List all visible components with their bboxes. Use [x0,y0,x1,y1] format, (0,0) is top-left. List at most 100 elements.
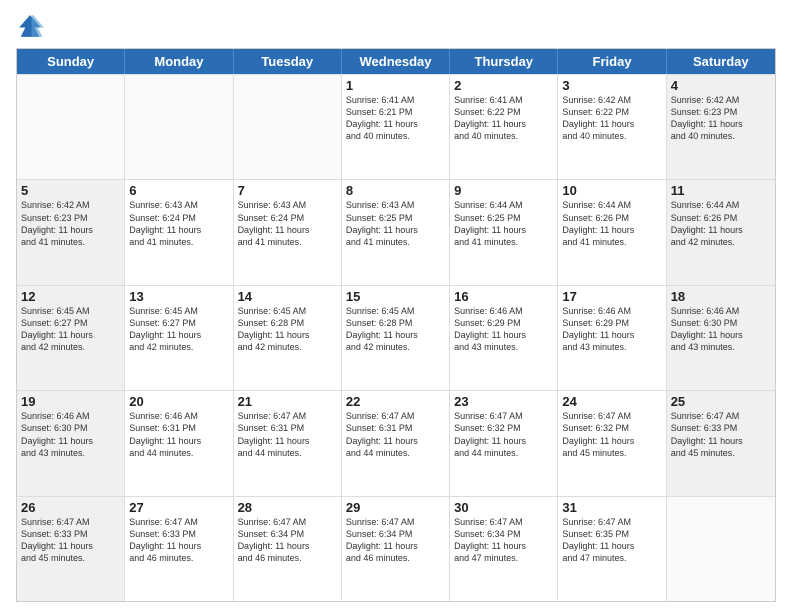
logo-icon [16,12,44,40]
cal-cell: 7Sunrise: 6:43 AM Sunset: 6:24 PM Daylig… [234,180,342,284]
day-number: 23 [454,394,553,409]
cal-cell: 30Sunrise: 6:47 AM Sunset: 6:34 PM Dayli… [450,497,558,601]
day-number: 6 [129,183,228,198]
cell-info: Sunrise: 6:45 AM Sunset: 6:27 PM Dayligh… [21,305,120,354]
cal-cell: 23Sunrise: 6:47 AM Sunset: 6:32 PM Dayli… [450,391,558,495]
cal-cell: 28Sunrise: 6:47 AM Sunset: 6:34 PM Dayli… [234,497,342,601]
cal-cell: 21Sunrise: 6:47 AM Sunset: 6:31 PM Dayli… [234,391,342,495]
calendar-body: 1Sunrise: 6:41 AM Sunset: 6:21 PM Daylig… [17,74,775,601]
day-number: 5 [21,183,120,198]
day-number: 25 [671,394,771,409]
cal-cell [234,75,342,179]
day-number: 31 [562,500,661,515]
day-number: 16 [454,289,553,304]
day-number: 28 [238,500,337,515]
cell-info: Sunrise: 6:47 AM Sunset: 6:33 PM Dayligh… [671,410,771,459]
cell-info: Sunrise: 6:44 AM Sunset: 6:26 PM Dayligh… [671,199,771,248]
cell-info: Sunrise: 6:42 AM Sunset: 6:22 PM Dayligh… [562,94,661,143]
day-number: 9 [454,183,553,198]
day-number: 29 [346,500,445,515]
day-number: 27 [129,500,228,515]
cal-cell [667,497,775,601]
cal-cell: 16Sunrise: 6:46 AM Sunset: 6:29 PM Dayli… [450,286,558,390]
col-header-friday: Friday [558,49,666,74]
cal-cell: 9Sunrise: 6:44 AM Sunset: 6:25 PM Daylig… [450,180,558,284]
cal-cell: 8Sunrise: 6:43 AM Sunset: 6:25 PM Daylig… [342,180,450,284]
cell-info: Sunrise: 6:47 AM Sunset: 6:33 PM Dayligh… [129,516,228,565]
day-number: 7 [238,183,337,198]
cell-info: Sunrise: 6:47 AM Sunset: 6:34 PM Dayligh… [238,516,337,565]
cell-info: Sunrise: 6:42 AM Sunset: 6:23 PM Dayligh… [671,94,771,143]
day-number: 20 [129,394,228,409]
day-number: 17 [562,289,661,304]
cal-cell: 14Sunrise: 6:45 AM Sunset: 6:28 PM Dayli… [234,286,342,390]
cal-cell: 11Sunrise: 6:44 AM Sunset: 6:26 PM Dayli… [667,180,775,284]
day-number: 14 [238,289,337,304]
week-row-5: 26 Sunrise: 6:47 AM Sunset: 6:33 PM Dayli… [17,496,775,601]
day-number: 11 [671,183,771,198]
day-number: 8 [346,183,445,198]
cal-cell: 12Sunrise: 6:45 AM Sunset: 6:27 PM Dayli… [17,286,125,390]
cell-info: Sunrise: 6:47 AM Sunset: 6:34 PM Dayligh… [346,516,445,565]
col-header-monday: Monday [125,49,233,74]
cal-cell: 13Sunrise: 6:45 AM Sunset: 6:27 PM Dayli… [125,286,233,390]
cell-info: Sunrise: 6:46 AM Sunset: 6:29 PM Dayligh… [562,305,661,354]
calendar-header: SundayMondayTuesdayWednesdayThursdayFrid… [17,49,775,74]
cal-cell: 3Sunrise: 6:42 AM Sunset: 6:22 PM Daylig… [558,75,666,179]
day-number: 21 [238,394,337,409]
cal-cell: 26Sunrise: 6:47 AM Sunset: 6:33 PM Dayli… [17,497,125,601]
cell-info: Sunrise: 6:44 AM Sunset: 6:25 PM Dayligh… [454,199,553,248]
cal-cell: 18Sunrise: 6:46 AM Sunset: 6:30 PM Dayli… [667,286,775,390]
cal-cell: 31Sunrise: 6:47 AM Sunset: 6:35 PM Dayli… [558,497,666,601]
day-number: 1 [346,78,445,93]
cell-info: Sunrise: 6:43 AM Sunset: 6:24 PM Dayligh… [238,199,337,248]
col-header-wednesday: Wednesday [342,49,450,74]
page: SundayMondayTuesdayWednesdayThursdayFrid… [0,0,792,612]
cell-info: Sunrise: 6:46 AM Sunset: 6:30 PM Dayligh… [671,305,771,354]
cal-cell: 29Sunrise: 6:47 AM Sunset: 6:34 PM Dayli… [342,497,450,601]
cal-cell: 15Sunrise: 6:45 AM Sunset: 6:28 PM Dayli… [342,286,450,390]
cal-cell: 5Sunrise: 6:42 AM Sunset: 6:23 PM Daylig… [17,180,125,284]
cal-cell: 2Sunrise: 6:41 AM Sunset: 6:22 PM Daylig… [450,75,558,179]
day-number: 10 [562,183,661,198]
day-number: 30 [454,500,553,515]
cal-cell: 6Sunrise: 6:43 AM Sunset: 6:24 PM Daylig… [125,180,233,284]
day-number: 22 [346,394,445,409]
week-row-3: 12Sunrise: 6:45 AM Sunset: 6:27 PM Dayli… [17,285,775,390]
cell-info: Sunrise: 6:45 AM Sunset: 6:28 PM Dayligh… [238,305,337,354]
cal-cell [17,75,125,179]
cal-cell: 19Sunrise: 6:46 AM Sunset: 6:30 PM Dayli… [17,391,125,495]
cell-info: Sunrise: 6:42 AM Sunset: 6:23 PM Dayligh… [21,199,120,248]
cell-info: Sunrise: 6:45 AM Sunset: 6:27 PM Dayligh… [129,305,228,354]
col-header-thursday: Thursday [450,49,558,74]
day-number: 2 [454,78,553,93]
cal-cell: 20Sunrise: 6:46 AM Sunset: 6:31 PM Dayli… [125,391,233,495]
logo [16,12,48,40]
day-number: 13 [129,289,228,304]
cell-info: Sunrise: 6:47 AM Sunset: 6:35 PM Dayligh… [562,516,661,565]
cal-cell: 10Sunrise: 6:44 AM Sunset: 6:26 PM Dayli… [558,180,666,284]
col-header-saturday: Saturday [667,49,775,74]
day-number: 4 [671,78,771,93]
week-row-1: 1Sunrise: 6:41 AM Sunset: 6:21 PM Daylig… [17,74,775,179]
cell-info: Sunrise: 6:46 AM Sunset: 6:30 PM Dayligh… [21,410,120,459]
cell-info: Sunrise: 6:47 AM Sunset: 6:31 PM Dayligh… [346,410,445,459]
cell-info: Sunrise: 6:41 AM Sunset: 6:21 PM Dayligh… [346,94,445,143]
cal-cell: 22Sunrise: 6:47 AM Sunset: 6:31 PM Dayli… [342,391,450,495]
col-header-sunday: Sunday [17,49,125,74]
day-number: 26 [21,500,120,515]
cal-cell: 17Sunrise: 6:46 AM Sunset: 6:29 PM Dayli… [558,286,666,390]
cell-info: Sunrise: 6:46 AM Sunset: 6:31 PM Dayligh… [129,410,228,459]
cell-info: Sunrise: 6:43 AM Sunset: 6:25 PM Dayligh… [346,199,445,248]
calendar: SundayMondayTuesdayWednesdayThursdayFrid… [16,48,776,602]
cal-cell: 27Sunrise: 6:47 AM Sunset: 6:33 PM Dayli… [125,497,233,601]
cell-info: Sunrise: 6:45 AM Sunset: 6:28 PM Dayligh… [346,305,445,354]
week-row-2: 5Sunrise: 6:42 AM Sunset: 6:23 PM Daylig… [17,179,775,284]
cell-info: Sunrise: 6:47 AM Sunset: 6:32 PM Dayligh… [454,410,553,459]
day-number: 3 [562,78,661,93]
cell-info: Sunrise: 6:47 AM Sunset: 6:31 PM Dayligh… [238,410,337,459]
cell-info: Sunrise: 6:46 AM Sunset: 6:29 PM Dayligh… [454,305,553,354]
cell-info: Sunrise: 6:47 AM Sunset: 6:32 PM Dayligh… [562,410,661,459]
cell-info: Sunrise: 6:47 AM Sunset: 6:34 PM Dayligh… [454,516,553,565]
cal-cell: 4Sunrise: 6:42 AM Sunset: 6:23 PM Daylig… [667,75,775,179]
